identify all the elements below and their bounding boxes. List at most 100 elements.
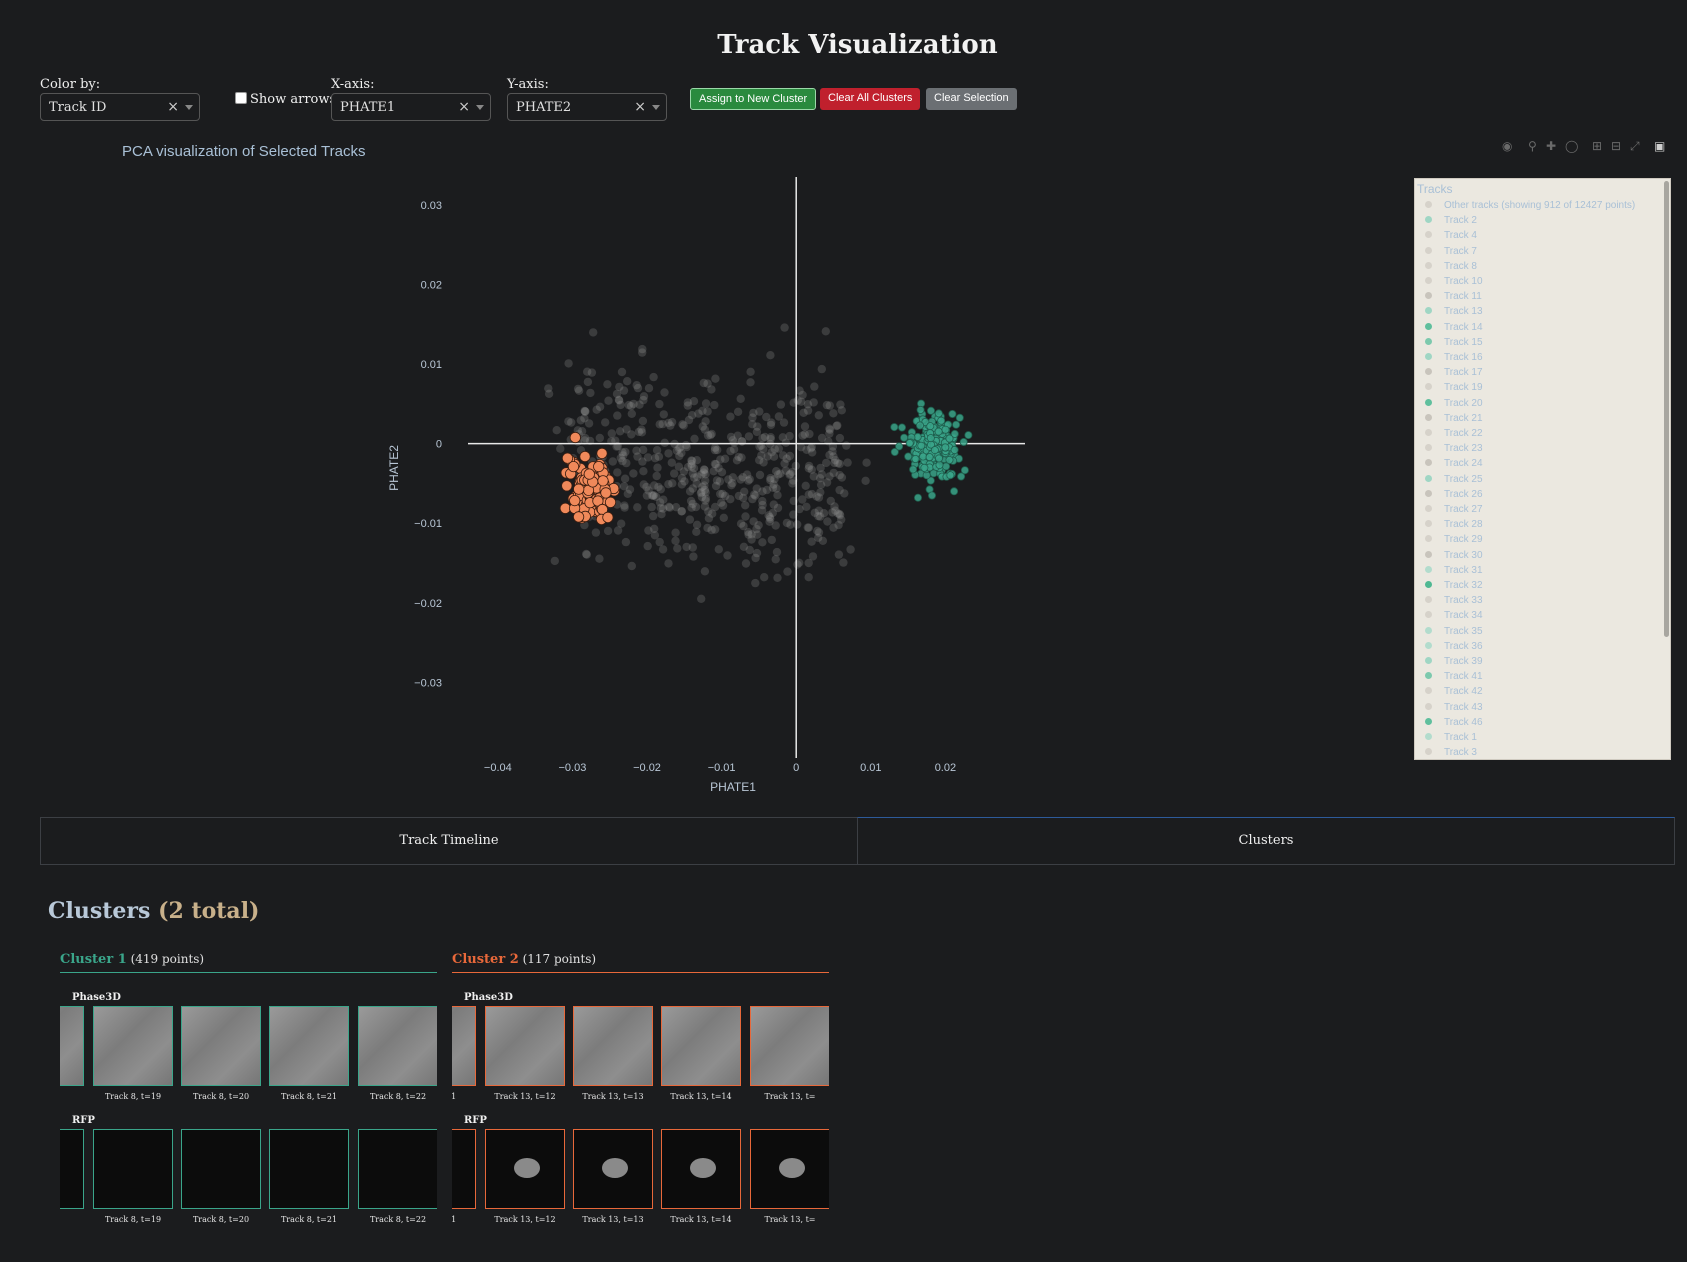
background-point[interactable] bbox=[744, 527, 753, 537]
background-point[interactable] bbox=[595, 433, 604, 443]
legend-item[interactable]: Track 43 bbox=[1425, 702, 1483, 713]
background-point[interactable] bbox=[667, 458, 676, 467]
background-point[interactable] bbox=[616, 400, 625, 410]
background-point[interactable] bbox=[717, 468, 727, 477]
background-point[interactable] bbox=[617, 367, 627, 377]
background-point[interactable] bbox=[685, 515, 695, 524]
background-point[interactable] bbox=[591, 528, 601, 537]
background-point[interactable] bbox=[643, 541, 652, 551]
background-point[interactable] bbox=[821, 327, 830, 336]
background-point[interactable] bbox=[804, 464, 813, 473]
background-point[interactable] bbox=[769, 500, 778, 509]
background-point[interactable] bbox=[802, 445, 811, 454]
tab-track-timeline[interactable]: Track Timeline bbox=[40, 817, 858, 865]
background-point[interactable] bbox=[727, 481, 736, 490]
legend-item[interactable]: Track 17 bbox=[1425, 367, 1483, 378]
background-point[interactable] bbox=[798, 431, 807, 440]
background-point[interactable] bbox=[627, 409, 636, 418]
background-point[interactable] bbox=[644, 384, 654, 393]
legend-item[interactable]: Track 14 bbox=[1425, 322, 1483, 333]
background-point[interactable] bbox=[649, 372, 658, 382]
background-point[interactable] bbox=[638, 348, 647, 357]
background-point[interactable] bbox=[624, 400, 633, 410]
background-point[interactable] bbox=[711, 374, 720, 383]
background-point[interactable] bbox=[780, 323, 789, 332]
background-point[interactable] bbox=[807, 537, 816, 546]
background-point[interactable] bbox=[746, 367, 755, 376]
background-point[interactable] bbox=[714, 545, 723, 554]
cluster-1-point[interactable] bbox=[959, 437, 968, 446]
legend-item[interactable]: Track 26 bbox=[1425, 489, 1483, 500]
background-point[interactable] bbox=[580, 406, 589, 416]
legend-scrollbar[interactable] bbox=[1664, 181, 1669, 637]
background-point[interactable] bbox=[603, 380, 612, 389]
background-point[interactable] bbox=[780, 459, 789, 468]
cluster-2-point[interactable] bbox=[583, 468, 595, 480]
background-point[interactable] bbox=[592, 405, 601, 414]
cluster-2-point[interactable] bbox=[602, 511, 614, 524]
legend-item[interactable]: Track 19 bbox=[1425, 382, 1483, 393]
background-point[interactable] bbox=[660, 388, 669, 397]
background-point[interactable] bbox=[677, 448, 686, 458]
background-point[interactable] bbox=[595, 554, 604, 563]
background-point[interactable] bbox=[767, 535, 776, 545]
legend-item[interactable]: Track 31 bbox=[1425, 565, 1483, 576]
background-point[interactable] bbox=[652, 471, 661, 481]
legend-item[interactable]: Track 33 bbox=[1425, 595, 1483, 606]
background-point[interactable] bbox=[583, 377, 593, 387]
legend-item[interactable]: Track 10 bbox=[1425, 276, 1483, 287]
background-point[interactable] bbox=[601, 418, 610, 427]
background-point[interactable] bbox=[655, 537, 664, 547]
cluster-2-point[interactable] bbox=[600, 487, 612, 499]
background-point[interactable] bbox=[733, 407, 743, 416]
thumbnail-row[interactable]: 0 Track 8, t=19 Track 8, t=20 Track 8, t=21… bbox=[60, 1006, 437, 1108]
cluster-2-point[interactable] bbox=[561, 452, 574, 464]
cluster-1-point[interactable] bbox=[937, 416, 946, 425]
background-point[interactable] bbox=[842, 441, 851, 450]
background-point[interactable] bbox=[752, 548, 762, 558]
legend-item[interactable]: Track 23 bbox=[1425, 443, 1483, 454]
background-point[interactable] bbox=[698, 422, 707, 431]
background-point[interactable] bbox=[623, 377, 632, 386]
background-point[interactable] bbox=[670, 469, 679, 478]
background-point[interactable] bbox=[696, 489, 706, 498]
background-point[interactable] bbox=[622, 425, 631, 434]
background-point[interactable] bbox=[647, 491, 657, 500]
background-point[interactable] bbox=[683, 462, 693, 472]
background-point[interactable] bbox=[825, 450, 834, 460]
legend-item[interactable]: Track 25 bbox=[1425, 474, 1483, 485]
background-point[interactable] bbox=[723, 551, 732, 560]
cluster-1-point[interactable] bbox=[905, 439, 914, 448]
background-point[interactable] bbox=[710, 445, 720, 455]
background-point[interactable] bbox=[752, 427, 762, 437]
background-point[interactable] bbox=[697, 594, 706, 603]
background-point[interactable] bbox=[655, 498, 665, 507]
background-point[interactable] bbox=[552, 426, 561, 435]
background-point[interactable] bbox=[737, 437, 747, 446]
background-point[interactable] bbox=[632, 381, 641, 390]
cluster-1-point[interactable] bbox=[904, 452, 913, 461]
background-point[interactable] bbox=[692, 456, 702, 465]
background-point[interactable] bbox=[749, 517, 758, 526]
legend-item[interactable]: Track 11 bbox=[1425, 291, 1482, 302]
background-point[interactable] bbox=[671, 503, 681, 512]
background-point[interactable] bbox=[810, 508, 819, 517]
background-point[interactable] bbox=[765, 517, 774, 526]
legend-item[interactable]: Track 34 bbox=[1425, 610, 1483, 621]
background-point[interactable] bbox=[650, 454, 660, 463]
legend-item[interactable]: Track 8 bbox=[1425, 261, 1477, 272]
cluster-2-point[interactable] bbox=[596, 447, 608, 459]
background-point[interactable] bbox=[639, 480, 648, 489]
cluster-2-point[interactable] bbox=[572, 511, 585, 523]
background-point[interactable] bbox=[664, 559, 673, 568]
background-point[interactable] bbox=[564, 359, 573, 368]
background-point[interactable] bbox=[655, 399, 664, 409]
background-point[interactable] bbox=[639, 445, 648, 455]
background-point[interactable] bbox=[770, 444, 779, 454]
background-point[interactable] bbox=[664, 449, 673, 458]
background-point[interactable] bbox=[726, 412, 735, 421]
legend-item[interactable]: Track 32 bbox=[1425, 580, 1483, 591]
background-point[interactable] bbox=[766, 351, 775, 360]
cell-thumbnail[interactable] bbox=[358, 1129, 437, 1209]
background-point[interactable] bbox=[771, 555, 780, 564]
